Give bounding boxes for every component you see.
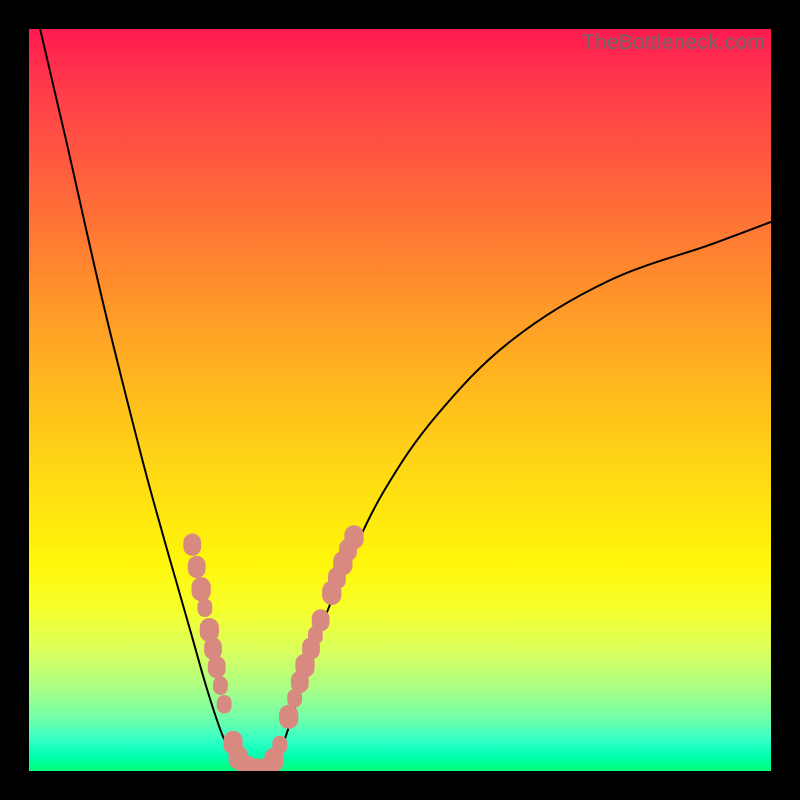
plot-area: TheBottleneck.com <box>29 29 771 771</box>
data-marker <box>192 577 211 601</box>
data-marker <box>344 525 363 549</box>
marker-group <box>183 525 363 771</box>
data-marker <box>279 705 298 729</box>
data-marker <box>208 656 226 678</box>
curve-right <box>270 222 771 767</box>
data-marker <box>213 676 228 695</box>
data-marker <box>197 598 212 617</box>
data-marker <box>312 609 330 631</box>
chart-svg <box>29 29 771 771</box>
data-marker <box>272 736 287 755</box>
data-marker <box>183 534 201 556</box>
chart-container: TheBottleneck.com <box>0 0 800 800</box>
data-marker <box>217 695 232 714</box>
data-marker <box>188 556 206 578</box>
